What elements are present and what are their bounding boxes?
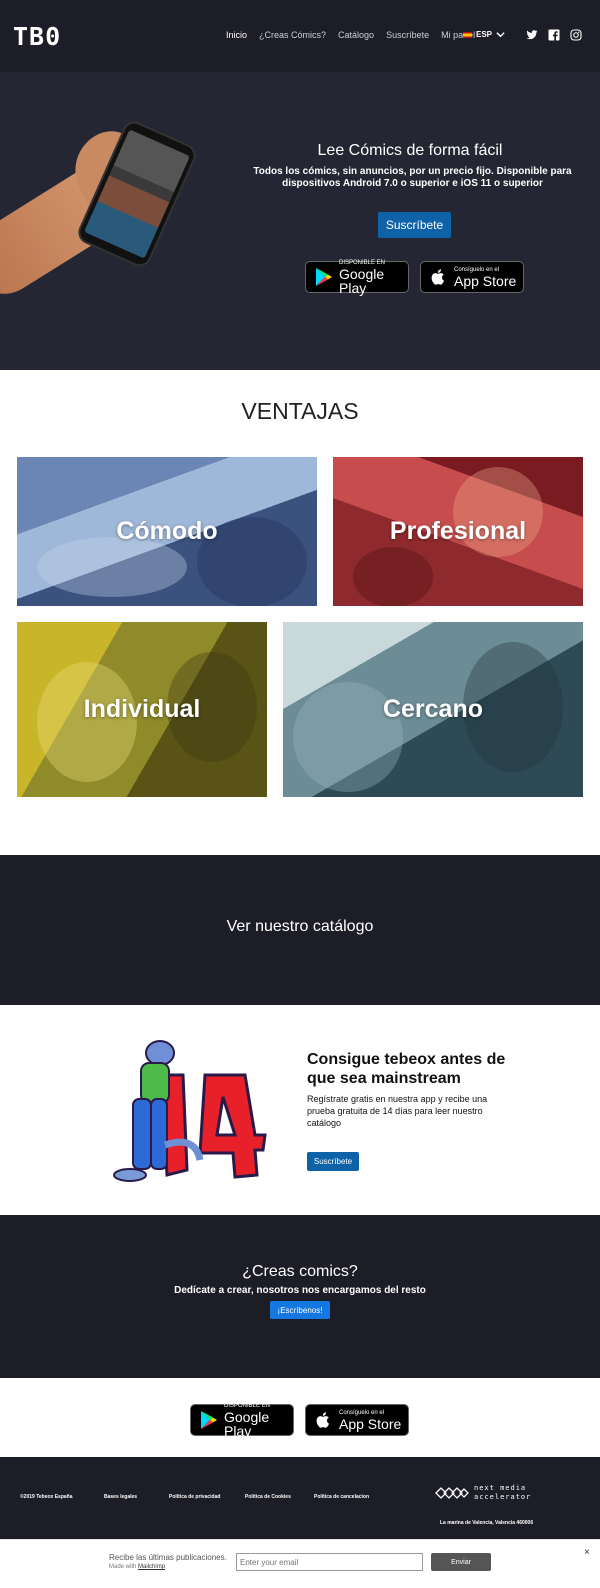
google-play-badge-bottom[interactable]: DISPONIBLE EN Google Play bbox=[190, 1402, 294, 1439]
google-play-small-text: DISPONIBLE EN bbox=[339, 259, 386, 266]
footer-address: La marina de Valencia, Valencia 460006 bbox=[440, 1520, 534, 1526]
newsletter-text: Recibe las últimas publicaciones. bbox=[109, 1553, 227, 1562]
footer-link-cookies[interactable]: Política de Cookies bbox=[245, 1494, 314, 1500]
nav-item-suscribete[interactable]: Suscríbete bbox=[386, 30, 429, 40]
google-play-icon bbox=[316, 268, 332, 286]
app-store-small-text: Consíguelo en el bbox=[454, 266, 500, 273]
language-selector[interactable]: ESP bbox=[463, 30, 505, 39]
email-field[interactable] bbox=[236, 1553, 423, 1571]
mailchimp-link[interactable]: Mailchimp bbox=[138, 1564, 165, 1570]
tile-cercano[interactable]: Cercano bbox=[283, 622, 583, 797]
trial-subtitle: Regístrate gratis en nuestra app y recib… bbox=[307, 1094, 488, 1128]
nav-item-creas-comics[interactable]: ¿Creas Cómics? bbox=[259, 30, 326, 40]
write-us-button[interactable]: ¡Escríbenos! bbox=[270, 1301, 330, 1319]
tile-label-comodo: Cómodo bbox=[116, 517, 218, 545]
made-with-label: Made with bbox=[109, 1564, 137, 1570]
spain-flag-icon bbox=[463, 31, 472, 38]
hero-subtitle: Todos los cómics, sin anuncios, por un p… bbox=[253, 166, 572, 189]
twitter-icon[interactable] bbox=[526, 29, 538, 41]
hero-subscribe-button[interactable]: Suscríbete bbox=[378, 212, 451, 238]
app-store-badge[interactable]: Consíguelo en el App Store bbox=[420, 261, 524, 293]
main-menu: Inicio ¿Creas Cómics? Catálogo Suscríbet… bbox=[226, 30, 475, 40]
tile-comodo[interactable]: Cómodo bbox=[17, 457, 317, 606]
social-links bbox=[526, 29, 582, 41]
footer-copyright: ©2019 Tebeox España bbox=[20, 1494, 73, 1500]
instagram-icon[interactable] bbox=[570, 29, 582, 41]
footer-links: ©2019 Tebeox España Bases legales Políti… bbox=[20, 1494, 369, 1500]
tile-label-profesional: Profesional bbox=[389, 517, 527, 545]
google-play-big-text: Google Play bbox=[224, 1408, 270, 1439]
google-play-icon bbox=[201, 1411, 217, 1429]
catalog-link[interactable]: Ver nuestro catálogo bbox=[0, 918, 600, 936]
google-play-badge[interactable]: DISPONIBLE EN Google Play bbox=[305, 259, 409, 296]
app-store-big-text: App Store bbox=[454, 272, 517, 289]
nav-item-inicio[interactable]: Inicio bbox=[226, 30, 247, 40]
apple-icon bbox=[431, 269, 444, 285]
site-logo[interactable]: TB0 bbox=[13, 22, 61, 51]
footer: ©2019 Tebeox España Bases legales Políti… bbox=[0, 1457, 600, 1539]
brand-line1: next media bbox=[474, 1484, 527, 1492]
footer-link-privacidad[interactable]: Política de privacidad bbox=[169, 1494, 245, 1500]
language-label: ESP bbox=[476, 30, 493, 39]
ventajas-title: VENTAJAS bbox=[241, 398, 359, 424]
nav-item-catalogo[interactable]: Catálogo bbox=[338, 30, 374, 40]
footer-link-cancelacion[interactable]: Política de cancelacion bbox=[314, 1494, 369, 1500]
tile-profesional[interactable]: Profesional bbox=[333, 457, 583, 606]
creators-section: ¿Creas comics? Dedícate a crear, nosotro… bbox=[0, 1215, 600, 1378]
next-media-brand[interactable]: next media accelerator bbox=[474, 1484, 531, 1502]
send-button[interactable]: Enviar bbox=[431, 1553, 491, 1571]
app-store-big-text: App Store bbox=[339, 1415, 402, 1432]
catalog-banner: Ver nuestro catálogo bbox=[0, 855, 600, 1005]
facebook-icon[interactable] bbox=[548, 29, 560, 41]
chevron-down-icon bbox=[496, 32, 505, 38]
google-play-big-text: Google Play bbox=[339, 265, 385, 296]
tile-label-individual: Individual bbox=[83, 695, 201, 723]
app-store-small-text: Consíguelo en el bbox=[339, 1409, 385, 1416]
app-store-badge-bottom[interactable]: Consíguelo en el App Store bbox=[305, 1404, 409, 1436]
tile-label-cercano: Cercano bbox=[382, 695, 484, 723]
trial-title: Consigue tebeox antes de que sea mainstr… bbox=[307, 1051, 506, 1087]
google-play-small-text: DISPONIBLE EN bbox=[224, 1402, 271, 1409]
tile-individual[interactable]: Individual bbox=[17, 622, 267, 797]
top-navbar: TB0 Inicio ¿Creas Cómics? Catálogo Suscr… bbox=[0, 0, 600, 72]
hero-section bbox=[0, 72, 600, 370]
next-media-logo-icon bbox=[435, 1487, 469, 1499]
creators-subtitle: Dedícate a crear, nosotros nos encargamo… bbox=[174, 1285, 426, 1296]
trial-subscribe-button[interactable]: Suscríbete bbox=[307, 1152, 359, 1171]
creators-title: ¿Creas comics? bbox=[242, 1263, 358, 1280]
mascot-14-illustration bbox=[113, 1040, 267, 1182]
footer-link-bases-legales[interactable]: Bases legales bbox=[104, 1494, 169, 1500]
brand-line2: accelerator bbox=[474, 1493, 532, 1501]
newsletter-bar: Recibe las últimas publicaciones. Made w… bbox=[0, 1539, 600, 1588]
hero-title: Lee Cómics de forma fácil bbox=[317, 142, 503, 159]
made-with-line: Made with Mailchimp bbox=[109, 1564, 165, 1570]
apple-icon bbox=[316, 1412, 329, 1428]
close-icon[interactable]: × bbox=[584, 1547, 590, 1558]
